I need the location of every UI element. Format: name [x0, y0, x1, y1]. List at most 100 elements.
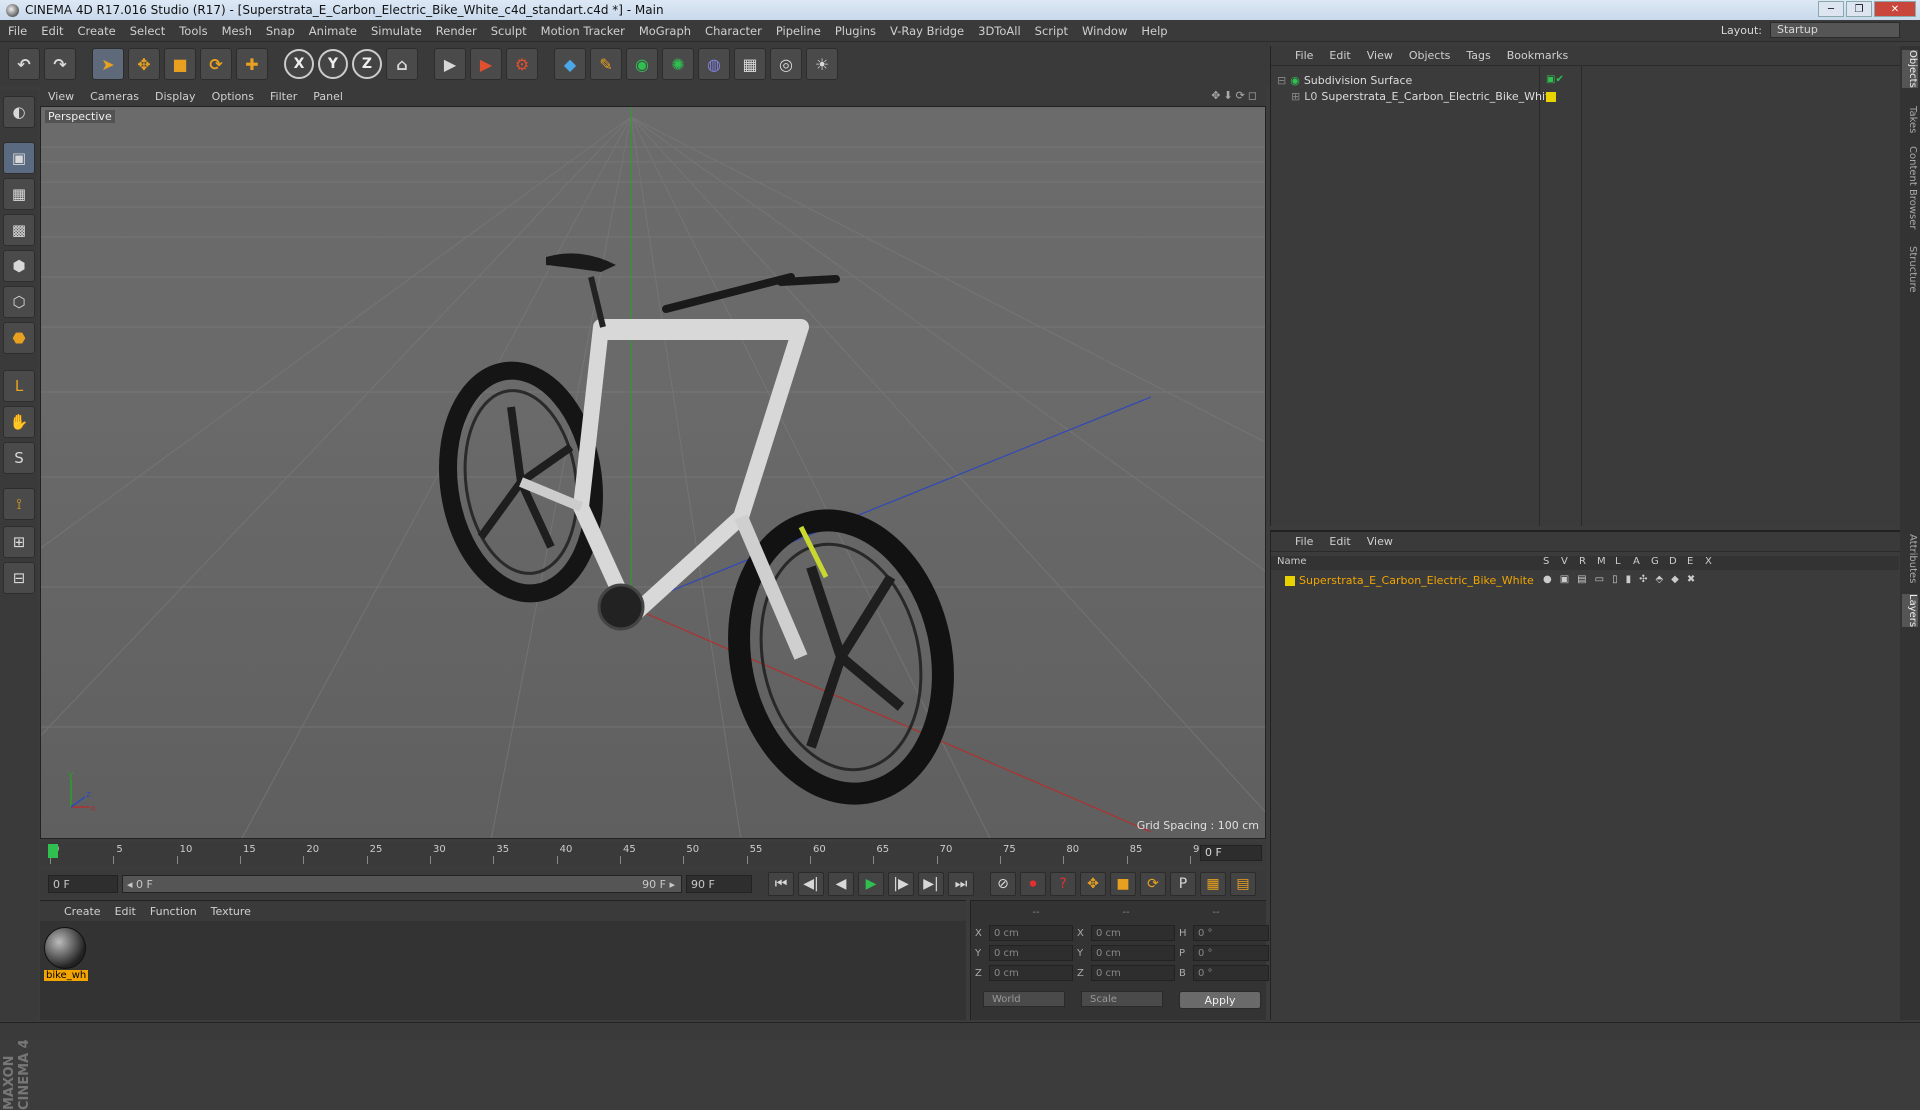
rotation-b-field[interactable]: 0 ° [1193, 965, 1269, 981]
viewport-menu-panel[interactable]: Panel [313, 90, 343, 103]
tab-content-browser[interactable]: Content Browser [1902, 146, 1918, 229]
viewport-menu-view[interactable]: View [48, 90, 74, 103]
tab-structure[interactable]: Structure [1902, 246, 1918, 293]
material-swatch[interactable]: bike_wh [44, 927, 88, 985]
polygons-mode-button[interactable]: ⬣ [3, 322, 35, 354]
tab-takes[interactable]: Takes [1902, 106, 1918, 133]
y-axis-lock-button[interactable]: Y [318, 49, 348, 79]
size-x-field[interactable]: 0 cm [1091, 925, 1175, 941]
rotation-h-field[interactable]: 0 ° [1193, 925, 1269, 941]
close-button[interactable]: ✕ [1874, 1, 1916, 17]
pen-spline-button[interactable]: ✎ [590, 48, 622, 80]
perspective-viewport[interactable]: y x z Perspective Grid Spacing : 100 cm [40, 106, 1266, 839]
objects-menu-edit[interactable]: Edit [1329, 49, 1350, 62]
tab-attributes[interactable]: Attributes [1902, 534, 1918, 583]
select-tool-button[interactable]: ➤ [92, 48, 124, 80]
material-menu-create[interactable]: Create [64, 905, 101, 918]
z-axis-lock-button[interactable]: Z [352, 49, 382, 79]
goto-end-button[interactable]: ⏭ [948, 872, 974, 896]
edit-check-icon[interactable]: ▣✔ [1546, 74, 1564, 85]
planar-workplane-button[interactable]: ⊟ [3, 562, 35, 594]
light-button[interactable]: ☀ [806, 48, 838, 80]
layout-select[interactable]: Startup [1770, 22, 1900, 38]
prev-key-button[interactable]: ◀| [798, 872, 824, 896]
workplane-mode-button[interactable]: ▩ [3, 214, 35, 246]
end-frame-field[interactable]: 90 F [686, 875, 752, 893]
range-end-label[interactable]: 90 F ▸ [642, 878, 675, 891]
menu-sculpt[interactable]: Sculpt [491, 24, 527, 38]
snapping-button[interactable]: ⟟ [3, 488, 35, 520]
menu-simulate[interactable]: Simulate [371, 24, 422, 38]
points-mode-button[interactable]: ⬢ [3, 250, 35, 282]
coord-type-dropdown[interactable]: Scale [1081, 991, 1163, 1007]
deformer-button[interactable]: ◍ [698, 48, 730, 80]
play-button[interactable]: ▶ [858, 872, 884, 896]
render-picture-viewer-button[interactable]: ▶ [470, 48, 502, 80]
menu-file[interactable]: File [8, 24, 27, 38]
objects-menu-bookmarks[interactable]: Bookmarks [1507, 49, 1568, 62]
menu-create[interactable]: Create [78, 24, 116, 38]
coord-mode-dropdown[interactable]: World [983, 991, 1065, 1007]
viewport-menu-filter[interactable]: Filter [270, 90, 297, 103]
key-position-button[interactable]: ✥ [1080, 872, 1106, 896]
playhead-marker[interactable] [48, 844, 58, 858]
transform-tool-button[interactable]: ✚ [236, 48, 268, 80]
key-scale-button[interactable]: ■ [1110, 872, 1136, 896]
render-settings-button[interactable]: ⚙ [506, 48, 538, 80]
size-z-field[interactable]: 0 cm [1091, 965, 1175, 981]
undo-button[interactable]: ↶ [8, 48, 40, 80]
object-row-bike[interactable]: ⊞ L0 Superstrata_E_Carbon_Electric_Bike_… [1291, 90, 1556, 103]
camera-button[interactable]: ◎ [770, 48, 802, 80]
key-pla-button[interactable]: ▦ [1200, 872, 1226, 896]
key-param-button[interactable]: P [1170, 872, 1196, 896]
autokey-button[interactable]: ? [1050, 872, 1076, 896]
menu-select[interactable]: Select [130, 24, 165, 38]
viewport-menu-display[interactable]: Display [155, 90, 196, 103]
goto-start-button[interactable]: ⏮ [768, 872, 794, 896]
x-axis-lock-button[interactable]: X [284, 49, 314, 79]
menu-animate[interactable]: Animate [309, 24, 357, 38]
rotate-tool-button[interactable]: ⟳ [200, 48, 232, 80]
tab-objects[interactable]: Objects [1902, 50, 1918, 88]
coordinate-system-button[interactable]: ⌂ [386, 48, 418, 80]
layer-color-swatch[interactable] [1285, 575, 1295, 586]
menu-pipeline[interactable]: Pipeline [776, 24, 821, 38]
maximize-button[interactable]: ❐ [1846, 1, 1872, 17]
menu-plugins[interactable]: Plugins [835, 24, 876, 38]
layers-menu-file[interactable]: File [1295, 535, 1313, 548]
next-key-button[interactable]: ▶| [918, 872, 944, 896]
viewport-menu-cameras[interactable]: Cameras [90, 90, 139, 103]
viewport-menu-options[interactable]: Options [212, 90, 254, 103]
timeline-ruler[interactable]: 051015202530354045505560657075808590 0 F [40, 842, 1266, 866]
apply-button[interactable]: Apply [1179, 991, 1261, 1009]
scale-tool-button[interactable]: ■ [164, 48, 196, 80]
material-menu-edit[interactable]: Edit [115, 905, 136, 918]
mograph-array-button[interactable]: ✺ [662, 48, 694, 80]
keyframe-selection-button[interactable]: ⊘ [990, 872, 1016, 896]
menu-snap[interactable]: Snap [266, 24, 295, 38]
record-button[interactable]: ⏺ [1020, 872, 1046, 896]
prev-frame-button[interactable]: ◀ [828, 872, 854, 896]
objects-menu-objects[interactable]: Objects [1409, 49, 1451, 62]
object-row-subdivision[interactable]: ⊟ ◉ Subdivision Surface [1277, 74, 1412, 87]
current-frame-field[interactable]: 0 F [1200, 845, 1262, 861]
make-editable-button[interactable]: ◐ [3, 96, 35, 128]
model-mode-button[interactable]: ▣ [3, 142, 35, 174]
position-y-field[interactable]: 0 cm [989, 945, 1073, 961]
next-frame-button[interactable]: |▶ [888, 872, 914, 896]
floor-button[interactable]: ▦ [734, 48, 766, 80]
menu-mograph[interactable]: MoGraph [639, 24, 691, 38]
layers-menu-edit[interactable]: Edit [1329, 535, 1350, 548]
texture-mode-button[interactable]: ▦ [3, 178, 35, 210]
material-menu-texture[interactable]: Texture [211, 905, 251, 918]
menu-script[interactable]: Script [1035, 24, 1068, 38]
cube-primitive-button[interactable]: ◆ [554, 48, 586, 80]
tab-layers[interactable]: Layers [1902, 594, 1918, 628]
redo-button[interactable]: ↷ [44, 48, 76, 80]
tweak-mode-button[interactable]: ✋ [3, 406, 35, 438]
start-frame-field[interactable]: 0 F [48, 875, 118, 893]
viewport-nav-icons[interactable]: ✥⬇⟳◻ [1211, 89, 1260, 102]
nurbs-button[interactable]: ◉ [626, 48, 658, 80]
position-z-field[interactable]: 0 cm [989, 965, 1073, 981]
range-start-label[interactable]: ◂ 0 F [127, 878, 153, 891]
